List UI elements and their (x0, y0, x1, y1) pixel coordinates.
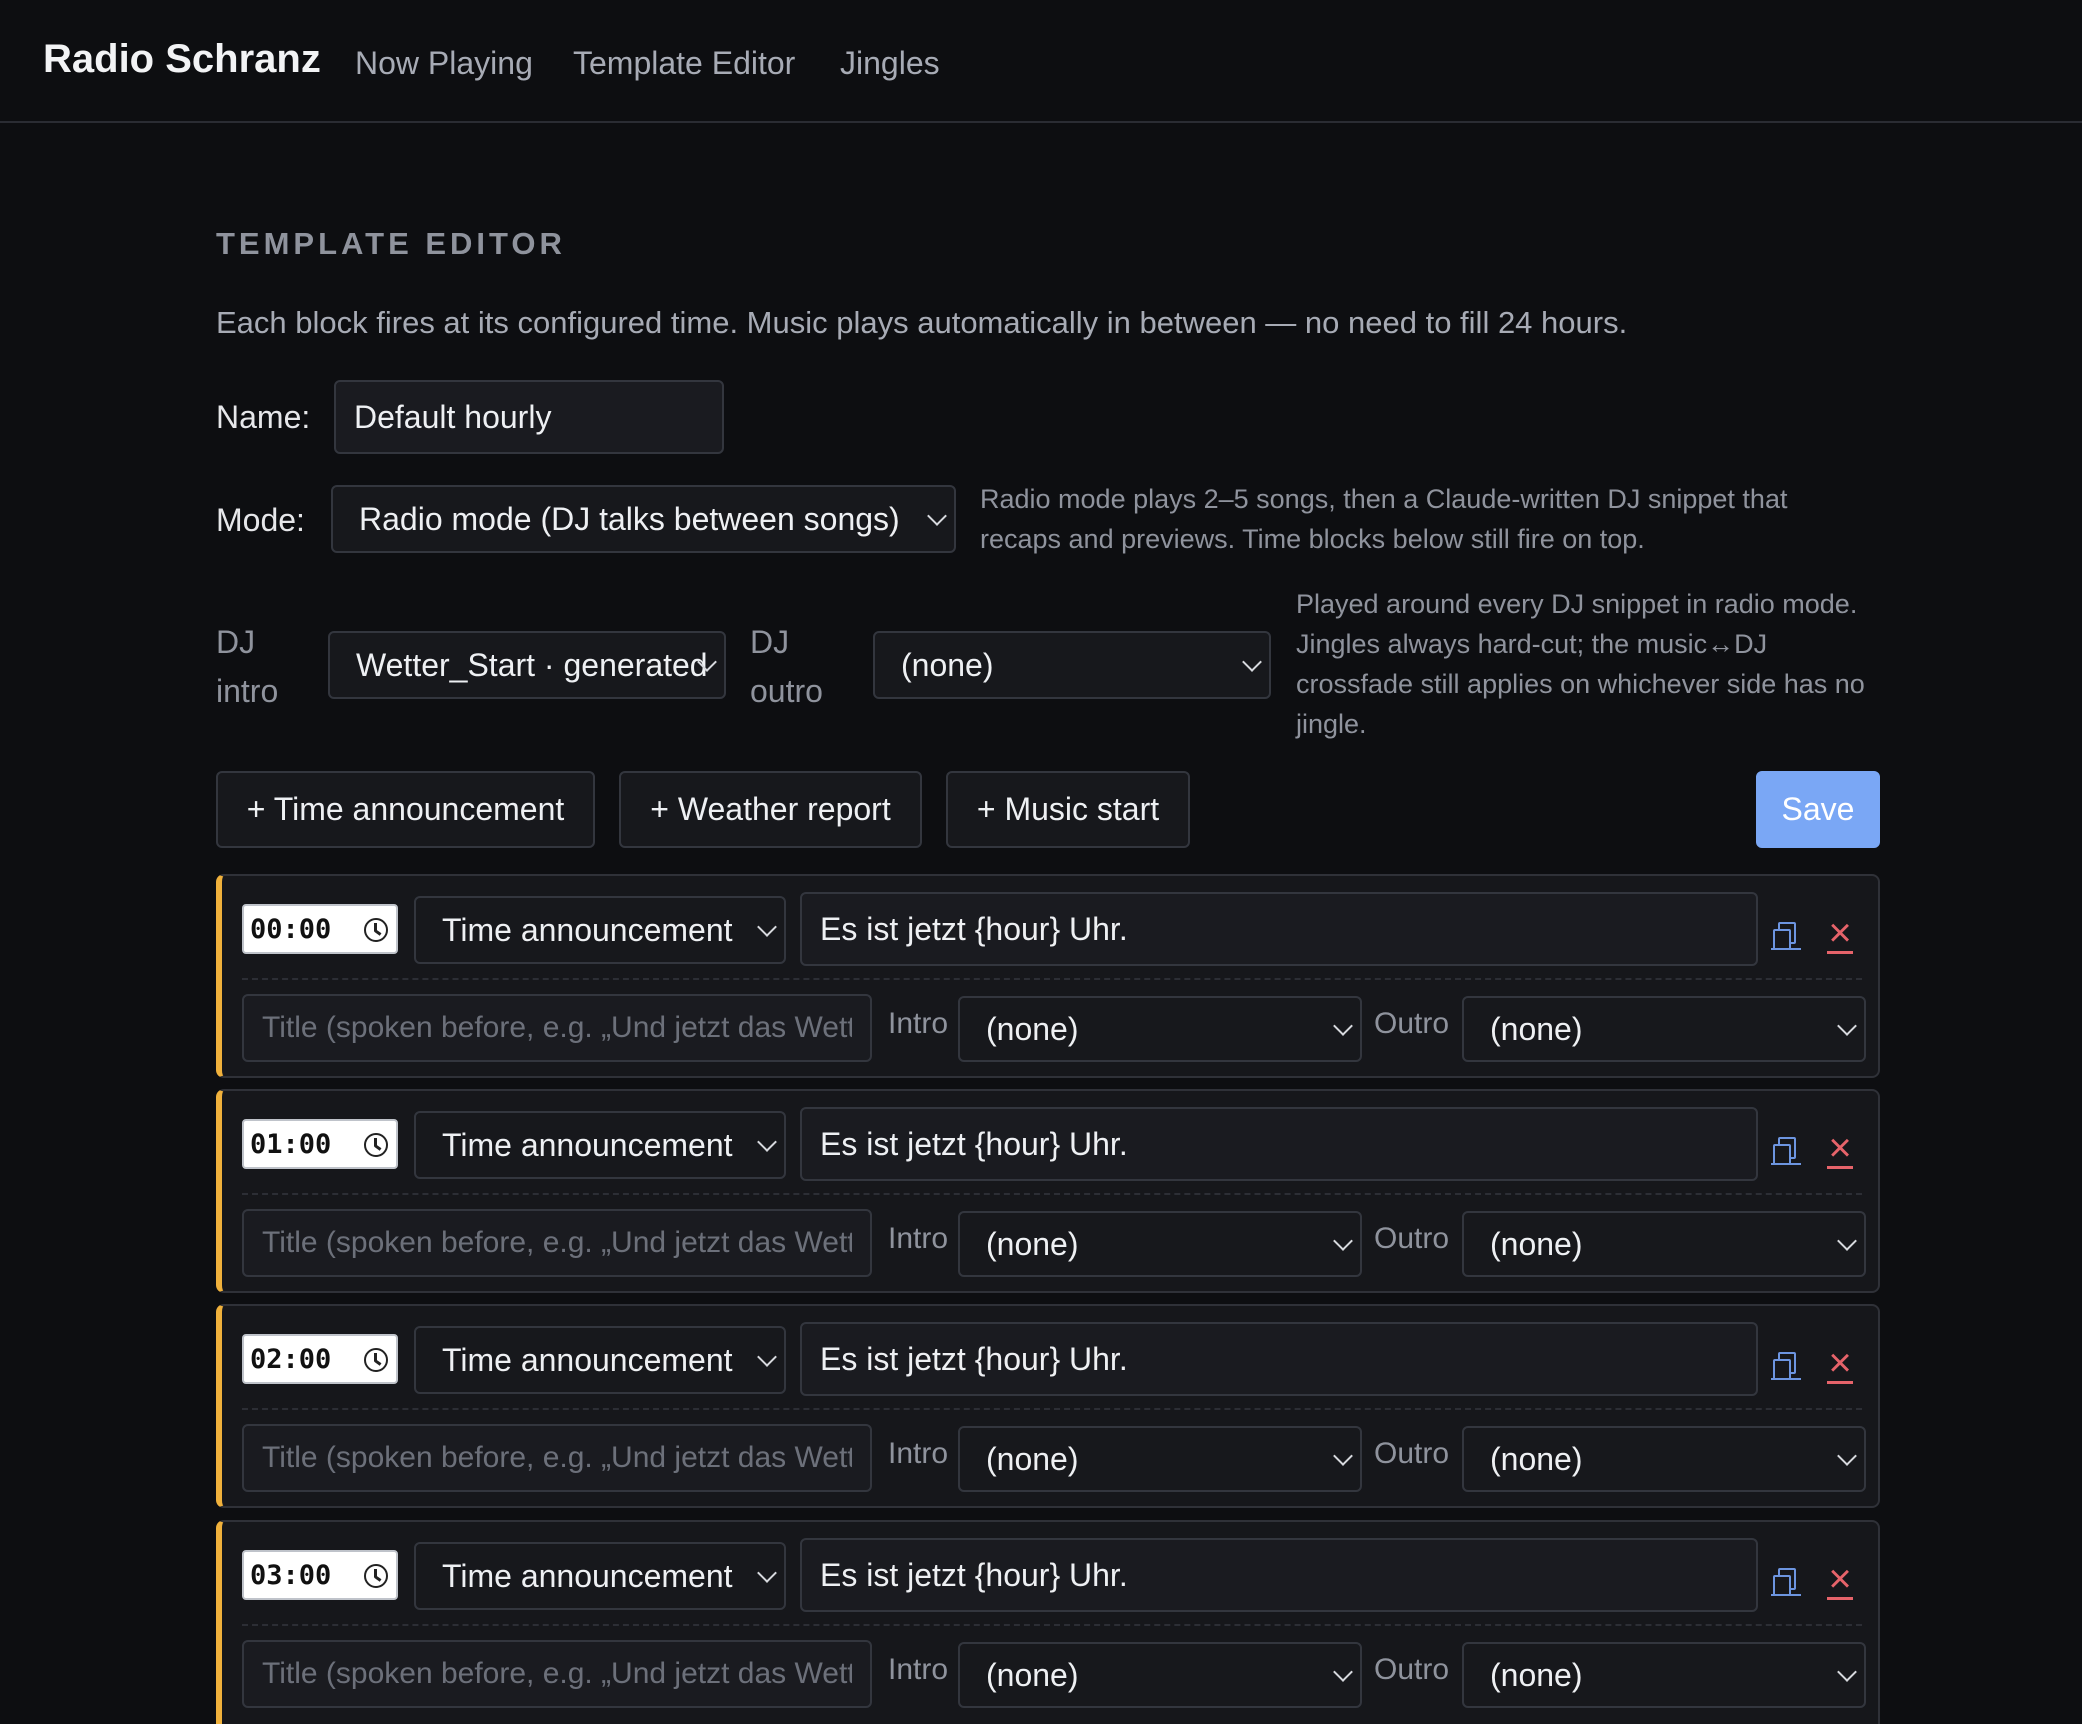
block-text-input[interactable]: Es ist jetzt {hour} Uhr. (800, 1322, 1758, 1396)
block-title-input[interactable] (242, 1640, 872, 1708)
block-intro-select[interactable]: (none) (958, 1426, 1362, 1492)
block-outro-value: (none) (1490, 1010, 1583, 1047)
block-type-select[interactable]: Time announcement (414, 1542, 786, 1610)
block-outro-label: Outro (1374, 1222, 1450, 1255)
block-intro-label: Intro (888, 1007, 949, 1040)
schedule-block: 01:00 Time announcement Es ist jetzt {ho… (216, 1089, 1880, 1293)
block-intro-value: (none) (986, 1225, 1079, 1262)
add-weather-report-button[interactable]: + Weather report (619, 771, 922, 848)
block-intro-select[interactable]: (none) (958, 996, 1362, 1062)
block-intro-label: Intro (888, 1222, 949, 1255)
block-title-input[interactable] (242, 1209, 872, 1277)
clock-icon[interactable] (364, 1348, 388, 1372)
nav-link-template-editor[interactable]: Template Editor (573, 45, 795, 82)
schedule-block: 03:00 Time announcement Es ist jetzt {ho… (216, 1520, 1880, 1724)
block-outro-select[interactable]: (none) (1462, 1211, 1866, 1277)
block-time-input[interactable]: 03:00 (242, 1550, 398, 1600)
block-time-value: 02:00 (250, 1343, 332, 1375)
block-divider (242, 1408, 1862, 1410)
block-divider (242, 1193, 1862, 1195)
block-type-select[interactable]: Time announcement (414, 1111, 786, 1179)
duplicate-icon[interactable] (1771, 1352, 1801, 1380)
editor-intro-text: Each block fires at its configured time.… (216, 305, 1628, 340)
schedule-block: 02:00 Time announcement Es ist jetzt {ho… (216, 1304, 1880, 1508)
duplicate-icon[interactable] (1771, 922, 1801, 950)
close-icon[interactable]: × (1827, 1343, 1853, 1384)
block-type-value: Time announcement (442, 911, 733, 948)
block-time-value: 01:00 (250, 1128, 332, 1160)
close-icon[interactable]: × (1827, 913, 1853, 954)
mode-select[interactable]: Radio mode (DJ talks between songs) (331, 485, 956, 553)
block-title-input[interactable] (242, 1424, 872, 1492)
block-time-input[interactable]: 02:00 (242, 1334, 398, 1384)
block-text-input[interactable]: Es ist jetzt {hour} Uhr. (800, 1538, 1758, 1612)
nav-link-now-playing[interactable]: Now Playing (355, 45, 533, 82)
block-outro-value: (none) (1490, 1656, 1583, 1693)
block-type-select[interactable]: Time announcement (414, 1326, 786, 1394)
close-icon[interactable]: × (1827, 1128, 1853, 1169)
dj-intro-select-value: Wetter_Start · generated (356, 646, 708, 683)
mode-label: Mode: (216, 502, 305, 538)
name-label: Name: (216, 399, 311, 435)
add-music-start-button[interactable]: + Music start (946, 771, 1190, 848)
block-text-input[interactable]: Es ist jetzt {hour} Uhr. (800, 892, 1758, 966)
block-outro-label: Outro (1374, 1653, 1450, 1686)
block-text-input[interactable]: Es ist jetzt {hour} Uhr. (800, 1107, 1758, 1181)
duplicate-icon[interactable] (1771, 1137, 1801, 1165)
duplicate-icon[interactable] (1771, 1568, 1801, 1596)
section-title: TEMPLATE EDITOR (216, 226, 566, 261)
block-intro-label: Intro (888, 1653, 949, 1686)
clock-icon[interactable] (364, 1133, 388, 1157)
add-time-announcement-button[interactable]: + Time announcement (216, 771, 595, 848)
block-time-value: 03:00 (250, 1559, 332, 1591)
template-name-input[interactable] (334, 380, 724, 454)
dj-outro-select-value: (none) (901, 646, 994, 683)
schedule-block: 00:00 Time announcement Es ist jetzt {ho… (216, 874, 1880, 1078)
save-button[interactable]: Save (1756, 771, 1880, 848)
block-outro-select[interactable]: (none) (1462, 1642, 1866, 1708)
block-title-input[interactable] (242, 994, 872, 1062)
dj-intro-label: DJ intro (216, 624, 279, 709)
close-icon[interactable]: × (1827, 1559, 1853, 1600)
dj-hint: Played around every DJ snippet in radio … (1296, 589, 1865, 739)
block-divider (242, 978, 1862, 980)
block-outro-select[interactable]: (none) (1462, 1426, 1866, 1492)
block-outro-label: Outro (1374, 1437, 1450, 1470)
nav-link-jingles[interactable]: Jingles (840, 45, 940, 82)
block-intro-select[interactable]: (none) (958, 1211, 1362, 1277)
block-type-value: Time announcement (442, 1341, 733, 1378)
dj-outro-select[interactable]: (none) (873, 631, 1271, 699)
block-time-input[interactable]: 01:00 (242, 1119, 398, 1169)
block-type-value: Time announcement (442, 1557, 733, 1594)
block-intro-select[interactable]: (none) (958, 1642, 1362, 1708)
block-intro-value: (none) (986, 1010, 1079, 1047)
block-intro-label: Intro (888, 1437, 949, 1470)
block-outro-value: (none) (1490, 1440, 1583, 1477)
block-outro-label: Outro (1374, 1007, 1450, 1040)
clock-icon[interactable] (364, 918, 388, 942)
dj-intro-select[interactable]: Wetter_Start · generated (328, 631, 726, 699)
block-intro-value: (none) (986, 1440, 1079, 1477)
block-time-input[interactable]: 00:00 (242, 904, 398, 954)
block-type-value: Time announcement (442, 1126, 733, 1163)
block-intro-value: (none) (986, 1656, 1079, 1693)
top-nav: Radio Schranz Now Playing Template Edito… (0, 0, 2082, 123)
block-outro-value: (none) (1490, 1225, 1583, 1262)
block-time-value: 00:00 (250, 913, 332, 945)
block-outro-select[interactable]: (none) (1462, 996, 1866, 1062)
mode-hint: Radio mode plays 2–5 songs, then a Claud… (980, 484, 1788, 554)
block-type-select[interactable]: Time announcement (414, 896, 786, 964)
block-divider (242, 1624, 1862, 1626)
dj-outro-label: DJ outro (750, 624, 823, 709)
brand-title[interactable]: Radio Schranz (43, 37, 321, 82)
clock-icon[interactable] (364, 1564, 388, 1588)
mode-select-value: Radio mode (DJ talks between songs) (359, 500, 900, 537)
